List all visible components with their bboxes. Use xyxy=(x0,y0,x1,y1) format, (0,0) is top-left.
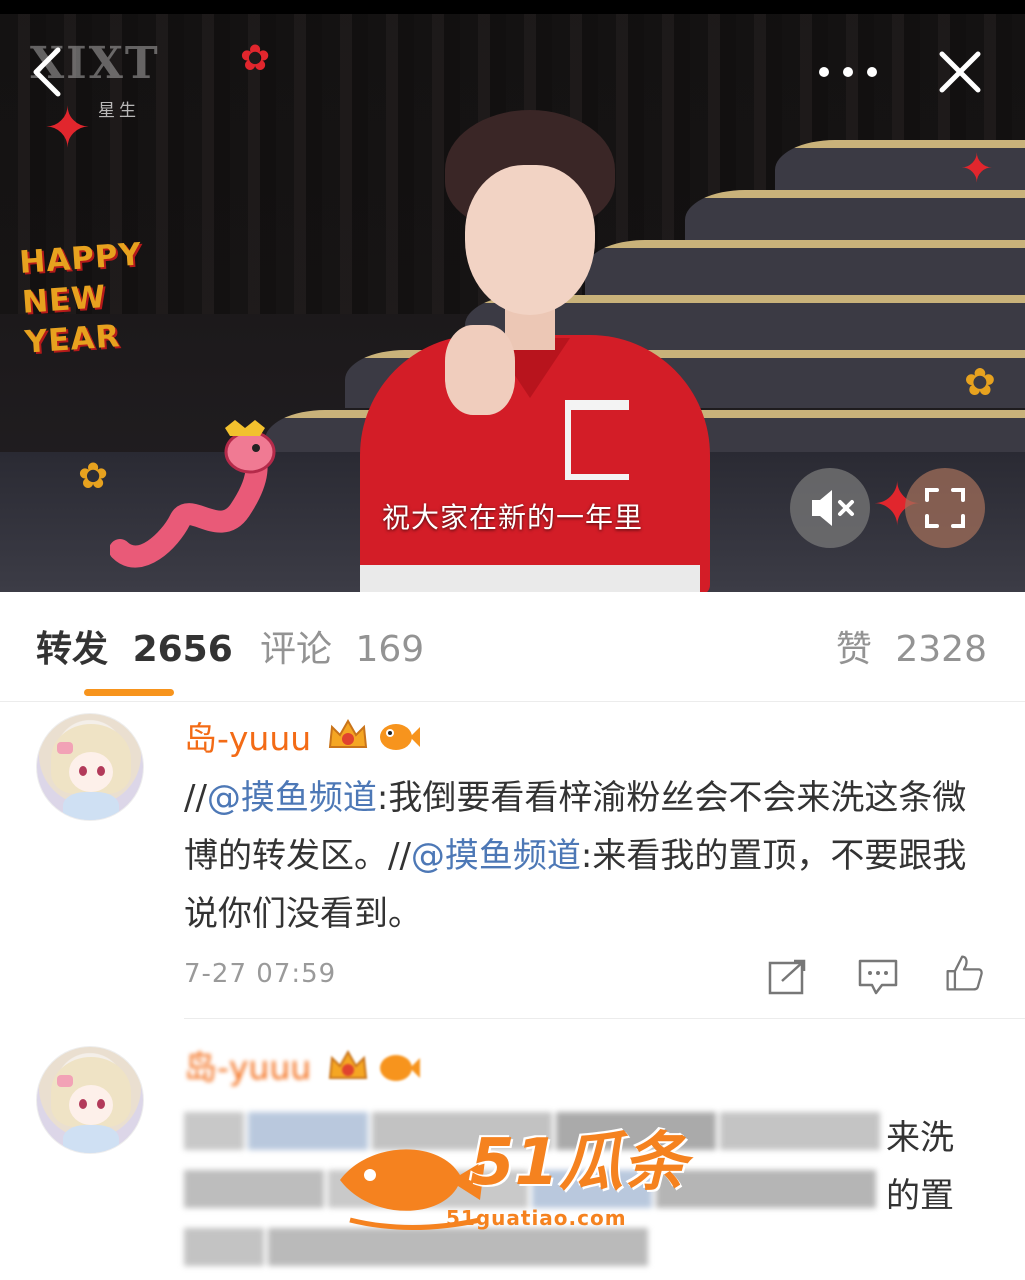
avatar[interactable] xyxy=(36,713,144,821)
sparkle-icon: ✦ xyxy=(960,146,994,192)
flower-icon: ✿ xyxy=(240,38,271,79)
crown-badge-icon xyxy=(328,718,368,748)
more-dots-icon xyxy=(819,67,877,77)
crown-badge-icon xyxy=(328,1049,368,1079)
interaction-tabs: 转发 2656 评论 169 赞 2328 xyxy=(0,592,1025,702)
fish-badge-icon xyxy=(380,1055,420,1081)
sparkle-icon: ✦ xyxy=(44,96,91,161)
like-icon[interactable] xyxy=(942,953,986,993)
username[interactable]: 岛-yuuu xyxy=(184,717,311,761)
visible-text-fragment: 的置 xyxy=(886,1176,954,1216)
repost-text: // xyxy=(184,778,207,818)
close-icon xyxy=(939,51,981,93)
flower-icon: ✿ xyxy=(78,456,109,497)
happy-new-year-sticker: HAPPY NEW YEAR xyxy=(18,236,144,361)
close-button[interactable] xyxy=(936,48,984,96)
fullscreen-icon xyxy=(925,488,965,528)
video-subtitle: 祝大家在新的一年里 xyxy=(381,501,643,534)
share-icon[interactable] xyxy=(766,957,810,997)
active-tab-indicator xyxy=(84,689,174,696)
username[interactable]: 岛-yuuu xyxy=(184,1046,311,1090)
status-strip xyxy=(0,0,1025,14)
tab-repost-count: 2656 xyxy=(132,629,233,670)
visible-text-fragment: 来洗 xyxy=(886,1118,954,1158)
mention-link[interactable]: @摸鱼频道 xyxy=(411,836,581,876)
fullscreen-button[interactable] xyxy=(905,468,985,548)
repost-content: //@摸鱼频道:我倒要看看梓渝粉丝会不会来洗这条微博的转发区。//@摸鱼频道:来… xyxy=(184,769,974,943)
mute-button[interactable] xyxy=(790,468,870,548)
fish-badge-icon xyxy=(380,724,420,750)
channel-watermark-sub: 星生 xyxy=(98,101,140,121)
mention-link[interactable]: @摸鱼频道 xyxy=(207,778,377,818)
tab-comment[interactable]: 评论 169 xyxy=(260,620,424,680)
post-time: 7-27 07:59 xyxy=(184,959,337,989)
site-watermark-url: 51guatiao.com xyxy=(446,1206,627,1230)
avatar[interactable] xyxy=(36,1046,144,1154)
snake-sticker-icon xyxy=(110,420,276,568)
tab-like-count: 2328 xyxy=(895,629,987,670)
site-watermark-brand: 51瓜条 xyxy=(470,1126,688,1200)
tab-repost[interactable]: 转发 2656 xyxy=(36,620,233,680)
comment-icon[interactable] xyxy=(856,957,900,997)
back-button[interactable] xyxy=(26,46,70,98)
tab-like-label: 赞 xyxy=(835,629,872,670)
tab-comment-count: 169 xyxy=(355,629,425,670)
divider xyxy=(184,1018,1025,1019)
flower-icon: ✿ xyxy=(964,360,996,404)
tab-like[interactable]: 赞 2328 xyxy=(836,620,987,680)
chevron-left-icon xyxy=(33,47,61,97)
more-options-button[interactable] xyxy=(816,60,880,84)
tab-comment-label: 评论 xyxy=(260,629,333,670)
tab-repost-label: 转发 xyxy=(36,629,109,670)
video-player[interactable]: XIXT 星生 ✦ ✿ ✦ ✿ ✿ ✦ HAPPY NEW YEAR 祝大家在新… xyxy=(0,0,1025,592)
repost-item: 岛-yuuu //@摸鱼频道:我倒要看看梓渝粉丝会不会来洗这条微博的转发区。//… xyxy=(0,703,1025,1021)
mute-icon xyxy=(812,490,854,526)
